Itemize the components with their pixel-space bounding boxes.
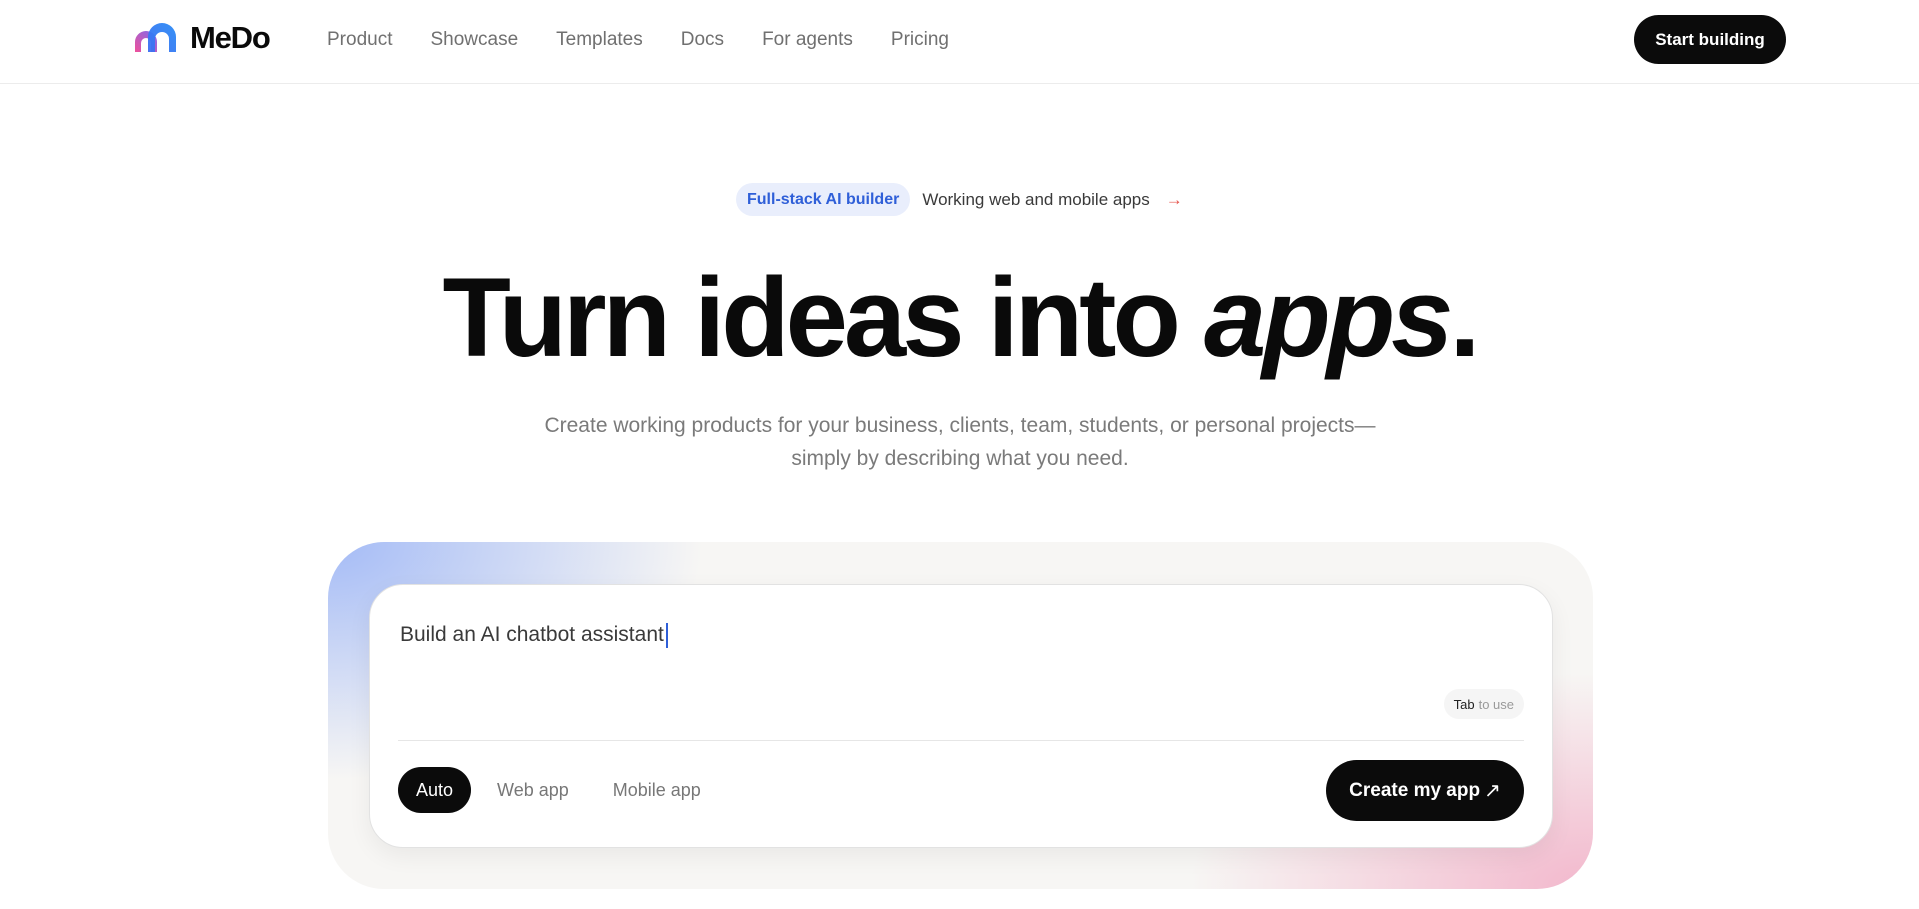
- nav-item-docs[interactable]: Docs: [681, 29, 724, 51]
- prompt-input-value: Build an AI chatbot assistant: [400, 623, 664, 646]
- brand-home-link[interactable]: MeDo: [134, 20, 271, 56]
- app-type-selector: Auto Web app Mobile app: [398, 767, 719, 813]
- prompt-input[interactable]: Build an AI chatbot assistant: [400, 615, 1500, 655]
- hero-subtitle-line-2: simply by describing what you need.: [791, 447, 1129, 470]
- tab-to-use-hint: Tab to use: [1443, 689, 1524, 719]
- hero-title-main: Turn ideas into: [442, 255, 1180, 380]
- hero-subtitle-line-1: Create working products for your busines…: [544, 414, 1376, 437]
- hero-title-period: .: [1449, 255, 1480, 380]
- nav-item-templates[interactable]: Templates: [556, 29, 643, 51]
- top-navigation-bar: MeDo Product Showcase Templates Docs For…: [0, 0, 1919, 84]
- tab-hint-text: to use: [1478, 696, 1514, 712]
- create-my-app-button[interactable]: Create my app ↗: [1326, 760, 1524, 821]
- arrow-up-right-icon: ↗: [1484, 780, 1501, 802]
- create-my-app-label: Create my app: [1349, 779, 1481, 801]
- hero-subtitle: Create working products for your busines…: [460, 409, 1460, 475]
- medo-logo-icon: [135, 23, 176, 52]
- mode-web-app-button[interactable]: Web app: [479, 767, 587, 813]
- nav-item-showcase[interactable]: Showcase: [430, 29, 518, 51]
- mode-auto-button[interactable]: Auto: [398, 767, 472, 813]
- nav-item-pricing[interactable]: Pricing: [891, 29, 949, 51]
- prompt-divider: [398, 740, 1524, 741]
- mode-mobile-app-button[interactable]: Mobile app: [595, 767, 719, 813]
- hero-title-emphasis: apps: [1203, 255, 1453, 380]
- arrow-right-icon: →: [1165, 189, 1183, 209]
- announcement-text: Working web and mobile apps: [922, 189, 1150, 209]
- hero-title: Turn ideas into apps.: [0, 253, 1919, 383]
- prompt-card: Build an AI chatbot assistant Tab to use…: [369, 584, 1553, 848]
- main-nav: Product Showcase Templates Docs For agen…: [327, 0, 949, 80]
- text-caret: [665, 622, 668, 648]
- nav-item-for-agents[interactable]: For agents: [762, 29, 853, 51]
- nav-item-product[interactable]: Product: [327, 29, 392, 51]
- announcement-link[interactable]: Full-stack AI builder Working web and mo…: [736, 183, 1183, 216]
- announcement-badge: Full-stack AI builder: [736, 183, 911, 216]
- brand-name: MeDo: [190, 20, 271, 55]
- tab-key-label: Tab: [1453, 696, 1475, 712]
- start-building-button[interactable]: Start building: [1634, 15, 1786, 64]
